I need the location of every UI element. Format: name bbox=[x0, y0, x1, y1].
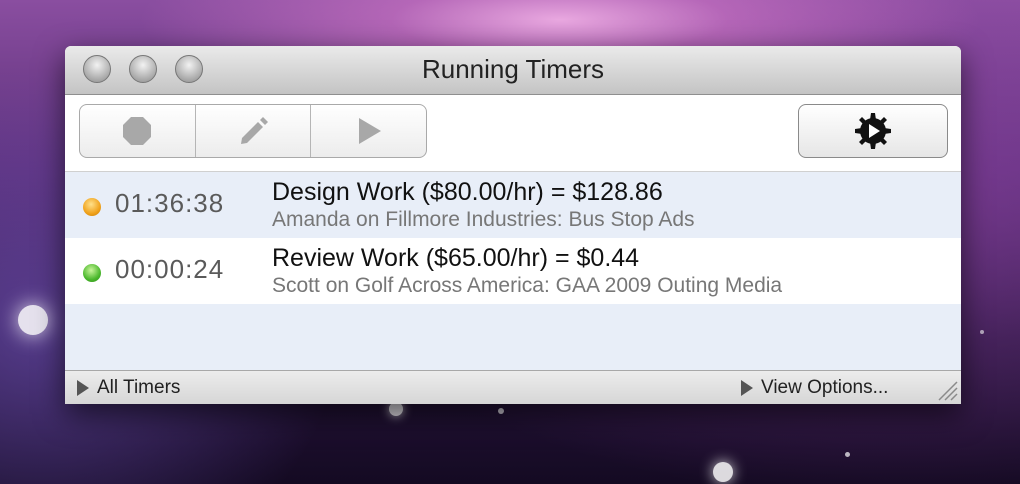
edit-timer-button[interactable] bbox=[196, 105, 312, 157]
timer-subtitle: Scott on Golf Across America: GAA 2009 O… bbox=[272, 274, 783, 297]
disclosure-triangle-icon bbox=[741, 380, 753, 396]
all-timers-disclosure[interactable]: All Timers bbox=[77, 377, 180, 399]
gear-play-icon bbox=[855, 113, 891, 149]
stop-timer-button[interactable] bbox=[80, 105, 196, 157]
resize-grip-icon[interactable] bbox=[933, 376, 959, 402]
status-bar: All Timers View Options... bbox=[65, 370, 961, 404]
wallpaper-star bbox=[389, 402, 403, 416]
wallpaper-star bbox=[498, 408, 504, 414]
timer-title: Review Work ($65.00/hr) = $0.44 bbox=[272, 244, 640, 272]
timer-controls-segmented bbox=[79, 104, 427, 158]
view-options-label: View Options... bbox=[761, 377, 889, 398]
wallpaper-star bbox=[845, 452, 850, 457]
timer-subtitle: Amanda on Fillmore Industries: Bus Stop … bbox=[272, 208, 695, 231]
timer-row[interactable]: 00:00:24 Review Work ($65.00/hr) = $0.44… bbox=[65, 238, 961, 304]
title-bar[interactable]: Running Timers bbox=[65, 46, 961, 95]
disclosure-triangle-icon bbox=[77, 380, 89, 396]
running-timers-window: Running Timers 01:36:38 Design Work ($80… bbox=[65, 46, 961, 404]
elapsed-time: 00:00:24 bbox=[115, 254, 225, 284]
status-indicator-icon bbox=[83, 264, 101, 282]
toolbar bbox=[65, 95, 961, 172]
play-icon bbox=[358, 118, 381, 144]
timers-list: 01:36:38 Design Work ($80.00/hr) = $128.… bbox=[65, 172, 961, 371]
view-options-disclosure[interactable]: View Options... bbox=[741, 377, 888, 399]
stop-icon bbox=[123, 117, 152, 145]
timer-row[interactable]: 01:36:38 Design Work ($80.00/hr) = $128.… bbox=[65, 172, 961, 238]
window-title: Running Timers bbox=[421, 54, 605, 84]
pencil-icon bbox=[241, 117, 268, 144]
wallpaper-star bbox=[713, 462, 733, 482]
status-indicator-icon bbox=[83, 198, 101, 216]
elapsed-time: 01:36:38 bbox=[115, 188, 225, 218]
resume-timer-button[interactable] bbox=[311, 105, 426, 157]
wallpaper-star bbox=[18, 305, 48, 335]
action-menu-button[interactable] bbox=[798, 104, 948, 158]
wallpaper-star bbox=[980, 330, 984, 334]
all-timers-label: All Timers bbox=[97, 377, 181, 398]
timer-title: Design Work ($80.00/hr) = $128.86 bbox=[272, 178, 663, 206]
